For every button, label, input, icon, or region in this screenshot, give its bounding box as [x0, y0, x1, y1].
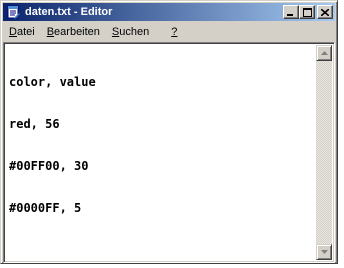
minimize-button[interactable] — [283, 5, 299, 19]
menu-suchen-label: uchen — [119, 25, 150, 38]
close-button[interactable] — [317, 5, 333, 19]
scroll-down-button[interactable] — [316, 244, 332, 260]
menu-datei[interactable]: Datei — [3, 26, 41, 38]
minimize-icon — [287, 13, 293, 16]
notepad-icon[interactable] — [5, 4, 21, 20]
window-title: daten.txt - Editor — [25, 6, 113, 18]
title-bar[interactable]: daten.txt - Editor — [3, 3, 335, 21]
maximize-button[interactable] — [299, 5, 315, 19]
text-line: red, 56 — [9, 117, 60, 131]
close-icon — [321, 8, 329, 16]
text-content[interactable]: color, value red, 56 #00FF00, 30 #0000FF… — [6, 45, 316, 260]
menu-suchen[interactable]: Suchen — [106, 26, 155, 38]
text-line: color, value — [9, 75, 96, 89]
editor-window: daten.txt - Editor Datei Bearbeiten Such… — [0, 0, 338, 264]
menu-bar: Datei Bearbeiten Suchen ? — [3, 22, 335, 41]
maximize-icon — [302, 7, 312, 17]
text-line: #0000FF, 5 — [9, 201, 82, 215]
text-line: #00FF00, 30 — [9, 159, 89, 173]
menu-bearbeiten[interactable]: Bearbeiten — [41, 26, 106, 38]
menu-help[interactable]: ? — [155, 26, 183, 38]
scroll-up-arrow-icon — [320, 51, 328, 55]
menu-bearbeiten-label: earbeiten — [54, 25, 100, 38]
scroll-down-arrow-icon — [320, 250, 328, 254]
menu-help-access-key: ? — [171, 25, 178, 38]
text-editor-area: color, value red, 56 #00FF00, 30 #0000FF… — [3, 42, 335, 263]
menu-datei-access-key: D — [9, 25, 17, 38]
menu-bearbeiten-access-key: B — [46, 25, 55, 38]
vertical-scrollbar[interactable] — [316, 45, 332, 260]
window-controls — [283, 5, 333, 19]
scroll-up-button[interactable] — [316, 45, 332, 61]
menu-datei-label: atei — [16, 25, 35, 38]
